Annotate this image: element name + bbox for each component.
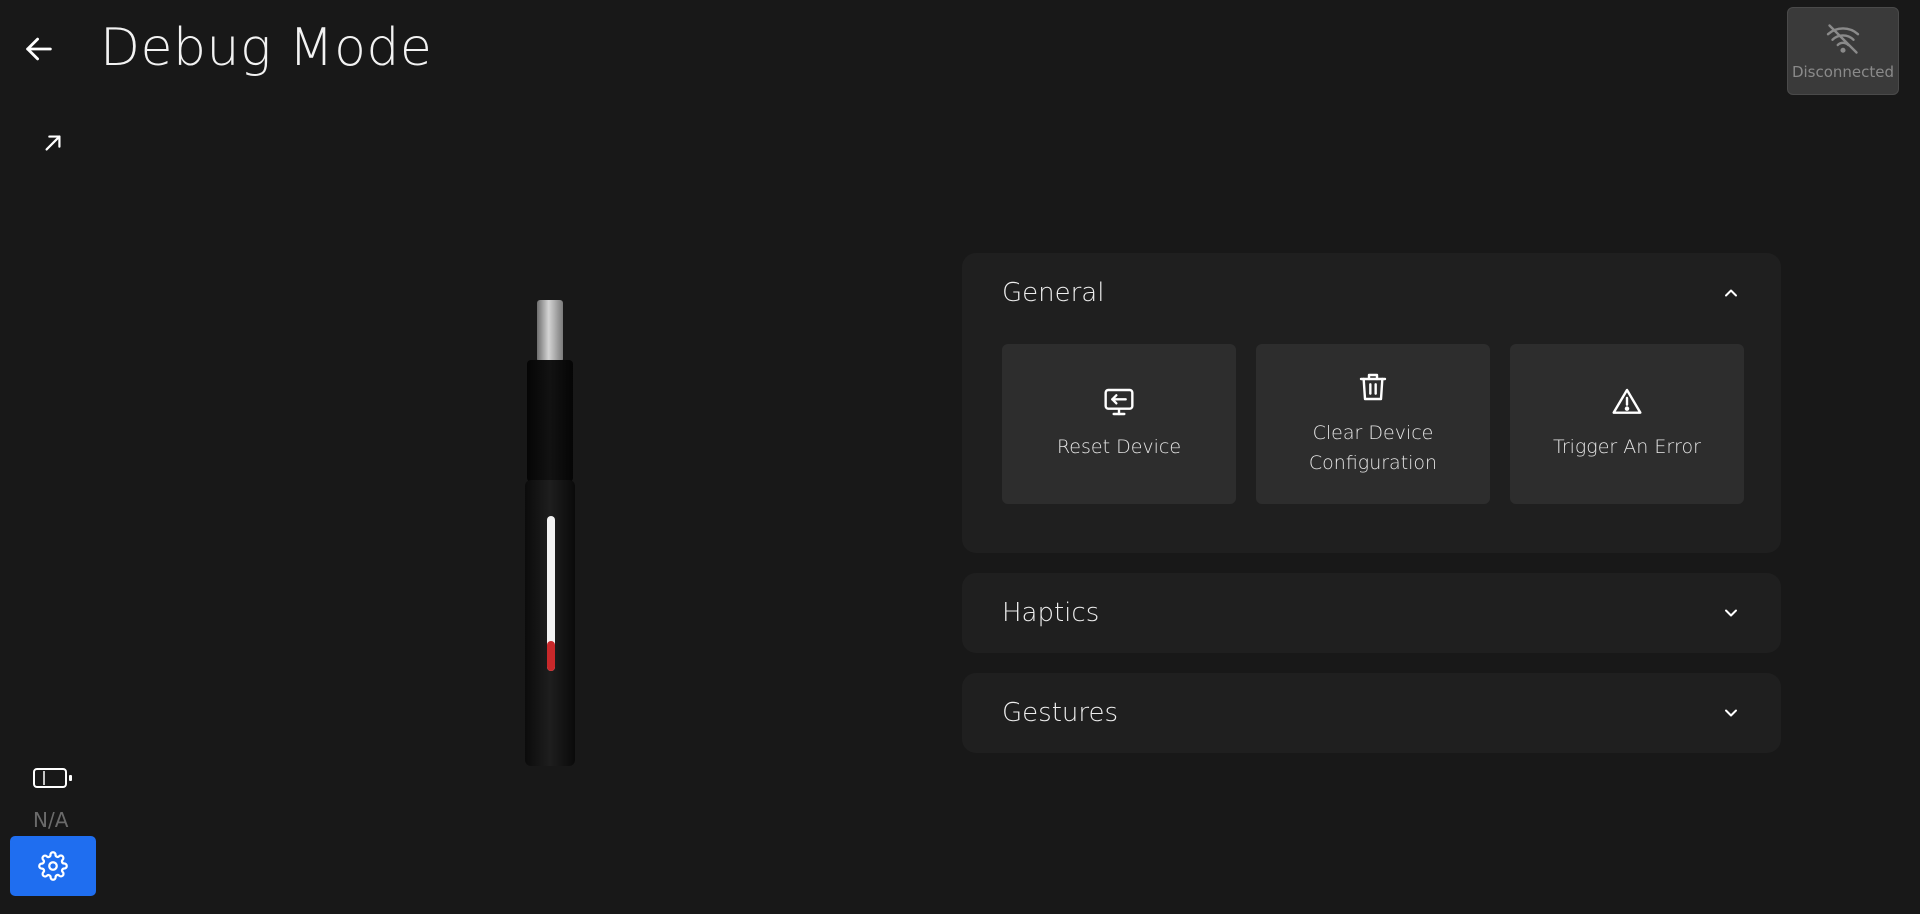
haptics-section: Haptics	[962, 573, 1781, 653]
connection-status-label: Disconnected	[1791, 63, 1895, 81]
general-actions: Reset Device Clear Device Configuration	[1002, 344, 1744, 504]
settings-button[interactable]	[10, 836, 96, 896]
chevron-down-icon	[1725, 609, 1737, 617]
gestures-section-header[interactable]: Gestures	[1002, 673, 1741, 753]
page-title: Debug Mode	[100, 18, 433, 78]
chevron-down-icon	[1725, 709, 1737, 717]
battery-empty-icon	[33, 768, 72, 788]
battery-level-text: N/A	[33, 808, 69, 832]
device-model-image	[525, 300, 575, 766]
gestures-section: Gestures	[962, 673, 1781, 753]
back-button[interactable]	[18, 28, 60, 70]
clear-device-configuration-label: Clear Device Configuration	[1308, 422, 1438, 474]
haptics-section-title: Haptics	[1002, 598, 1100, 628]
arrow-up-right-icon	[45, 135, 61, 151]
gestures-section-title: Gestures	[1002, 698, 1119, 728]
arrow-left-icon	[26, 37, 52, 61]
warning-triangle-icon	[1612, 388, 1642, 414]
gear-icon	[38, 851, 68, 881]
trash-icon	[1359, 373, 1387, 401]
screen-reset-icon	[1104, 388, 1134, 416]
general-section-header[interactable]: General	[1002, 253, 1741, 333]
connection-status-badge[interactable]: Disconnected	[1787, 7, 1899, 95]
clear-device-configuration-button[interactable]: Clear Device Configuration	[1256, 344, 1490, 504]
reset-device-label: Reset Device	[1056, 436, 1182, 458]
general-section-title: General	[1002, 278, 1105, 308]
chevron-up-icon	[1725, 289, 1737, 297]
general-section: General Reset Device Clear Device Config…	[962, 253, 1781, 553]
haptics-section-header[interactable]: Haptics	[1002, 573, 1741, 653]
wifi-off-icon	[1826, 24, 1860, 54]
trigger-an-error-button[interactable]: Trigger An Error	[1510, 344, 1744, 504]
trigger-an-error-label: Trigger An Error	[1553, 436, 1701, 458]
app-root: Debug Mode Disconnected N/A General Rese…	[0, 0, 1920, 914]
reset-device-button[interactable]: Reset Device	[1002, 344, 1236, 504]
expand-view-button[interactable]	[38, 128, 68, 158]
